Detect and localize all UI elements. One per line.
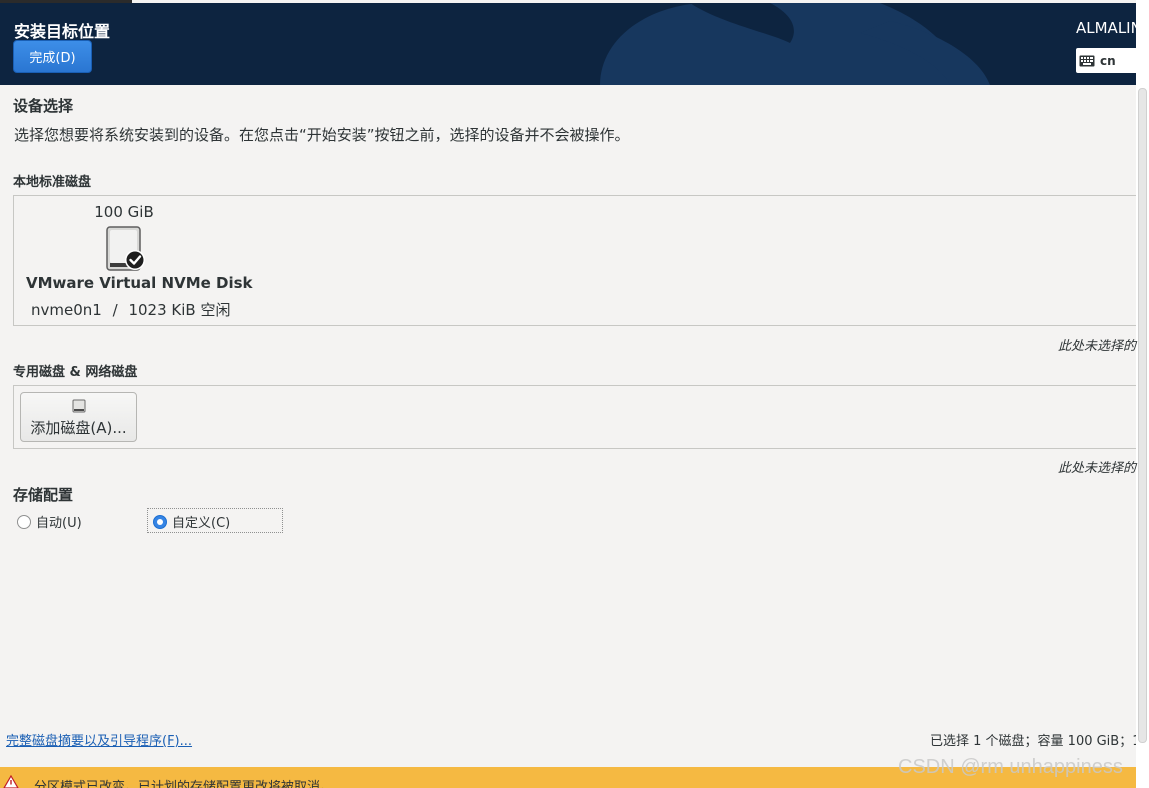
radio-automatic[interactable]: 自动(U) — [17, 512, 82, 531]
keyboard-icon — [1079, 55, 1095, 66]
add-disk-button[interactable]: 添加磁盘(A)... — [20, 392, 137, 442]
radio-custom[interactable]: 自定义(C) — [153, 512, 230, 531]
disk-free-space: 1023 KiB 空闲 — [128, 301, 231, 319]
special-disks-note: 此处未选择的 — [1057, 461, 1136, 476]
disk-small-icon — [72, 399, 86, 413]
radio-automatic-label: 自动(U) — [36, 516, 82, 531]
local-disks-note: 此处未选择的 — [1057, 339, 1136, 354]
disk-device: nvme0n1 — [31, 301, 102, 319]
watermark: CSDN @rm unhappiness — [898, 756, 1123, 778]
radio-custom-indicator[interactable] — [153, 514, 167, 529]
full-disk-summary-link[interactable]: 完整磁盘摘要以及引导程序(F)... — [6, 730, 192, 749]
device-selection-heading: 设备选择 — [13, 97, 74, 115]
special-disks-panel: 添加磁盘(A)... — [13, 385, 1136, 449]
keyboard-layout-indicator[interactable]: cn — [1076, 48, 1136, 73]
hard-disk-icon — [106, 226, 145, 271]
checkmark-icon — [125, 250, 145, 270]
warning-message: 分区模式已改变。已计划的存储配置更改将被取消。 — [34, 780, 334, 788]
selection-status: 已选择 1 个磁盘；容量 100 GiB；1023 KiB 空闲 — [930, 734, 1136, 749]
local-disks-heading: 本地标准磁盘 — [13, 175, 92, 190]
radio-automatic-indicator[interactable] — [17, 514, 31, 529]
disk-size: 100 GiB — [94, 203, 154, 221]
special-disks-heading: 专用磁盘 & 网络磁盘 — [13, 365, 138, 380]
product-name: ALMALIN — [1076, 19, 1136, 37]
scrollbar-thumb[interactable] — [1138, 88, 1147, 743]
local-disks-panel: 100 GiB VMware Virtual NVMe Disk nvme0n1… — [13, 195, 1136, 326]
disk-name: VMware Virtual NVMe Disk — [26, 274, 253, 292]
warning-triangle-icon — [3, 775, 19, 788]
disk-detail: nvme0n1 / 1023 KiB 空闲 — [31, 299, 230, 320]
done-button[interactable]: 完成(D) — [13, 40, 92, 73]
spoke-header: 安装目标位置 完成(D) ALMALIN cn — [0, 3, 1136, 85]
storage-config-heading: 存储配置 — [13, 486, 74, 504]
radio-custom-label: 自定义(C) — [172, 516, 231, 531]
disk-item-nvme0n1[interactable]: 100 GiB VMware Virtual NVMe Disk nvme0n1… — [14, 196, 253, 325]
header-background-graphic — [600, 3, 990, 85]
spoke-title: 安装目标位置 — [14, 22, 111, 41]
vertical-scrollbar[interactable] — [1136, 0, 1149, 788]
keyboard-layout-label: cn — [1100, 53, 1116, 68]
add-disk-label: 添加磁盘(A)... — [30, 419, 127, 437]
device-selection-description: 选择您想要将系统安装到的设备。在您点击“开始安装”按钮之前，选择的设备并不会被操… — [14, 126, 630, 144]
disk-detail-separator: / — [112, 301, 118, 319]
